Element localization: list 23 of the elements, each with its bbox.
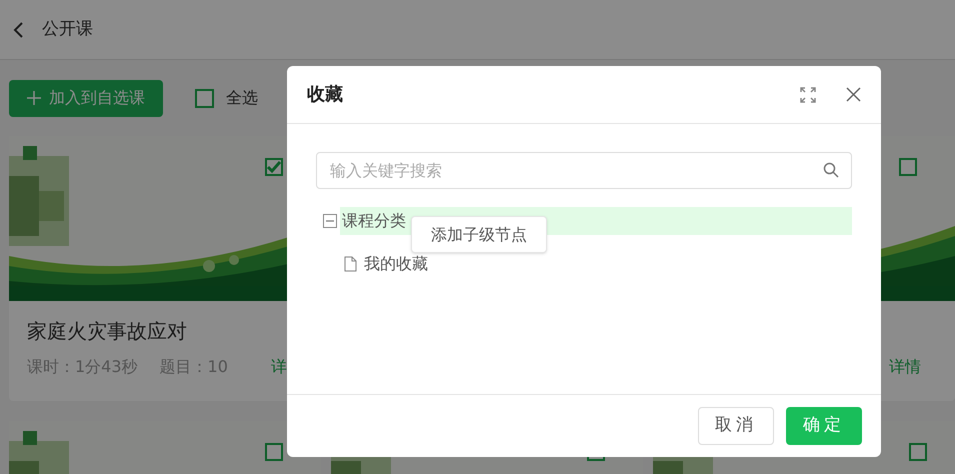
cancel-button[interactable]: 取消 <box>698 407 774 445</box>
search-field[interactable]: 输入关键字搜索 <box>316 152 852 189</box>
checkbox[interactable] <box>909 443 927 461</box>
collapse-icon[interactable] <box>323 214 337 228</box>
fullscreen-icon[interactable] <box>800 86 816 102</box>
tree-node[interactable]: 我的收藏 <box>364 252 428 276</box>
course-title: 家庭火灾事故应对 <box>27 318 188 345</box>
duration-text: 课时：1分43秒 <box>27 356 138 378</box>
checkbox[interactable] <box>899 158 917 176</box>
search-icon[interactable] <box>823 162 839 178</box>
file-icon <box>344 256 357 272</box>
close-icon[interactable] <box>846 87 861 102</box>
question-count: 题目：10 <box>160 356 228 378</box>
select-all-checkbox[interactable] <box>195 88 214 108</box>
checkbox[interactable] <box>265 158 283 176</box>
back-icon[interactable] <box>12 20 24 38</box>
page-title: 公开课 <box>42 18 93 41</box>
select-all-label: 全选 <box>226 87 258 109</box>
checkbox[interactable] <box>265 443 283 461</box>
plus-icon <box>27 91 41 105</box>
menu-item[interactable]: 添加子级节点 <box>412 217 546 252</box>
dialog-title: 收藏 <box>307 83 343 107</box>
check-icon <box>267 160 281 174</box>
